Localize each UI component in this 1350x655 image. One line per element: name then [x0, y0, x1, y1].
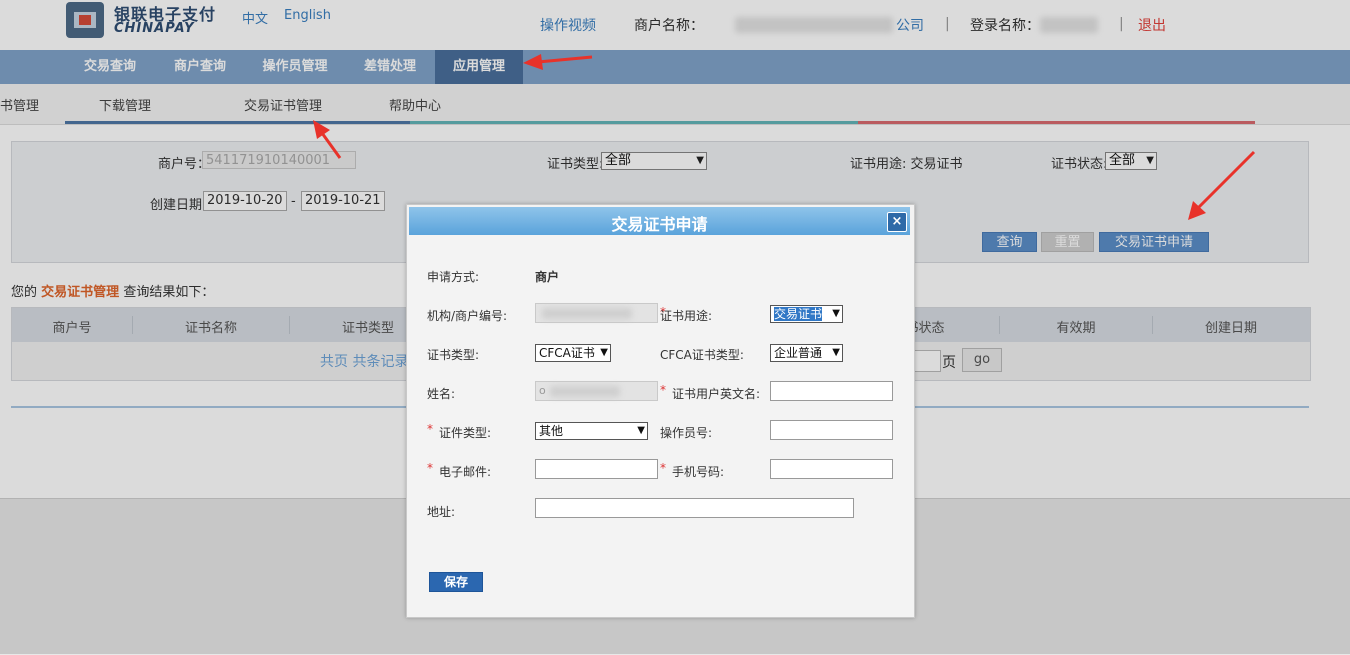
annotation-arrows [313, 54, 1256, 220]
annotation-arrow-icon [523, 54, 593, 70]
annotation-arrow-icon [313, 120, 342, 159]
annotation-arrow-icon [1188, 150, 1256, 220]
